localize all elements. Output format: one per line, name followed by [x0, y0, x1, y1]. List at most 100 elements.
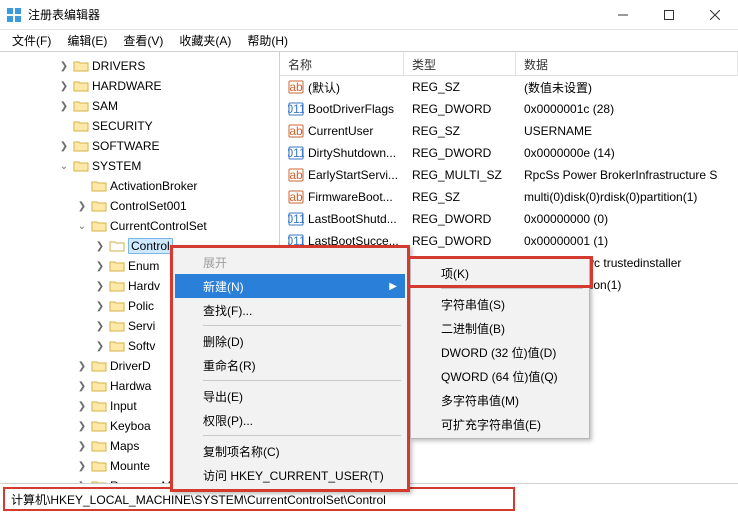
tree-item-label: Maps	[110, 439, 139, 453]
expand-toggle-icon[interactable]: ❯	[76, 361, 88, 372]
expand-toggle-icon[interactable]: ❯	[58, 61, 70, 72]
folder-icon	[91, 179, 107, 193]
expand-toggle-icon[interactable]: ⌄	[58, 161, 70, 172]
expand-toggle-icon[interactable]: ❯	[76, 441, 88, 452]
list-row[interactable]: abEarlyStartServi...REG_MULTI_SZRpcSs Po…	[280, 164, 738, 186]
expand-toggle-icon[interactable]: ❯	[76, 401, 88, 412]
app-icon	[6, 7, 22, 23]
ctx-new-dword[interactable]: DWORD (32 位)值(D)	[413, 340, 587, 364]
cell-type: REG_DWORD	[404, 102, 516, 116]
expand-toggle-icon[interactable]: ❯	[76, 481, 88, 484]
folder-icon	[91, 459, 107, 473]
menu-help[interactable]: 帮助(H)	[239, 30, 296, 51]
folder-icon	[109, 279, 125, 293]
ctx-rename[interactable]: 重命名(R)	[175, 353, 405, 377]
col-header-type[interactable]: 类型	[404, 52, 516, 75]
folder-icon	[109, 299, 125, 313]
folder-icon	[91, 199, 107, 213]
tree-item-label: CurrentControlSet	[110, 219, 207, 233]
tree-item-label: SOFTWARE	[92, 139, 160, 153]
tree-item-label: DriverD	[110, 359, 151, 373]
maximize-button[interactable]	[646, 0, 692, 30]
tree-item-label: ActivationBroker	[110, 179, 197, 193]
ctx-export[interactable]: 导出(E)	[175, 384, 405, 408]
tree-item-label: Softv	[128, 339, 155, 353]
cell-data: 0x00000001 (1)	[516, 234, 738, 248]
menu-file[interactable]: 文件(F)	[4, 30, 59, 51]
svg-text:ab: ab	[289, 190, 303, 204]
expand-toggle-icon[interactable]: ❯	[58, 141, 70, 152]
expand-toggle-icon[interactable]: ❯	[58, 81, 70, 92]
tree-item[interactable]: ❯ SOFTWARE	[0, 136, 279, 156]
expand-toggle-icon[interactable]: ⌄	[76, 221, 88, 232]
window-title: 注册表编辑器	[28, 6, 600, 23]
list-row[interactable]: 011DirtyShutdown...REG_DWORD0x0000000e (…	[280, 142, 738, 164]
ctx-copy-key-name[interactable]: 复制项名称(C)	[175, 439, 405, 463]
tree-item[interactable]: ❯SAM	[0, 96, 279, 116]
expand-toggle-icon[interactable]: ❯	[58, 101, 70, 112]
menu-bar: 文件(F) 编辑(E) 查看(V) 收藏夹(A) 帮助(H)	[0, 30, 738, 52]
menu-edit[interactable]: 编辑(E)	[59, 30, 115, 51]
expand-toggle-icon[interactable]: ❯	[94, 321, 106, 332]
ctx-expand[interactable]: 展开	[175, 250, 405, 274]
tree-item[interactable]: ⌄ CurrentControlSet	[0, 216, 279, 236]
ctx-new-expandstring[interactable]: 可扩充字符串值(E)	[413, 412, 587, 436]
ctx-separator	[203, 380, 401, 381]
expand-toggle-icon[interactable]: ❯	[76, 201, 88, 212]
cell-data: 0x0000000e (14)	[516, 146, 738, 160]
list-row[interactable]: abCurrentUserREG_SZUSERNAME	[280, 120, 738, 142]
folder-icon	[109, 339, 125, 353]
tree-item-label: Hardv	[128, 279, 160, 293]
tree-item[interactable]: ❯HARDWARE	[0, 76, 279, 96]
ctx-new-multistring[interactable]: 多字符串值(M)	[413, 388, 587, 412]
cell-data: 0x00000000 (0)	[516, 212, 738, 226]
ctx-new[interactable]: 新建(N)▶	[175, 274, 405, 298]
expand-toggle-icon[interactable]: ❯	[76, 461, 88, 472]
folder-icon	[73, 79, 89, 93]
cell-name: 011DirtyShutdown...	[280, 145, 404, 161]
folder-icon	[91, 219, 107, 233]
tree-item[interactable]: ❯ ControlSet001	[0, 196, 279, 216]
expand-toggle-icon[interactable]: ❯	[94, 281, 106, 292]
ctx-new-binary[interactable]: 二进制值(B)	[413, 316, 587, 340]
expand-toggle-icon[interactable]: ❯	[76, 381, 88, 392]
cell-name: abFirmwareBoot...	[280, 189, 404, 205]
menu-view[interactable]: 查看(V)	[115, 30, 171, 51]
col-header-data[interactable]: 数据	[516, 52, 738, 75]
folder-icon	[91, 399, 107, 413]
expand-toggle-icon[interactable]: ❯	[94, 261, 106, 272]
col-header-name[interactable]: 名称	[280, 52, 404, 75]
cell-name: 011LastBootShutd...	[280, 211, 404, 227]
list-row[interactable]: ab(默认)REG_SZ(数值未设置)	[280, 76, 738, 98]
cell-data: 0x0000001c (28)	[516, 102, 738, 116]
expand-toggle-icon[interactable]: ❯	[94, 341, 106, 352]
ctx-find[interactable]: 查找(F)...	[175, 298, 405, 322]
tree-item[interactable]: ActivationBroker	[0, 176, 279, 196]
minimize-button[interactable]	[600, 0, 646, 30]
cell-type: REG_DWORD	[404, 146, 516, 160]
tree-item[interactable]: ❯DRIVERS	[0, 56, 279, 76]
tree-item[interactable]: SECURITY	[0, 116, 279, 136]
ctx-delete[interactable]: 删除(D)	[175, 329, 405, 353]
context-menu-key: 展开 新建(N)▶ 查找(F)... 删除(D) 重命名(R) 导出(E) 权限…	[170, 245, 410, 492]
expand-toggle-icon[interactable]: ❯	[76, 421, 88, 432]
list-row[interactable]: 011LastBootShutd...REG_DWORD0x00000000 (…	[280, 208, 738, 230]
close-button[interactable]	[692, 0, 738, 30]
menu-favorites[interactable]: 收藏夹(A)	[171, 30, 239, 51]
list-row[interactable]: abFirmwareBoot...REG_SZmulti(0)disk(0)rd…	[280, 186, 738, 208]
folder-icon	[73, 59, 89, 73]
svg-text:ab: ab	[289, 124, 303, 138]
ctx-new-key[interactable]: 项(K)	[413, 261, 587, 285]
tree-item-label: ControlSet001	[110, 199, 187, 213]
ctx-new-string[interactable]: 字符串值(S)	[413, 292, 587, 316]
tree-item[interactable]: ⌄SYSTEM	[0, 156, 279, 176]
ctx-permissions[interactable]: 权限(P)...	[175, 408, 405, 432]
ctx-goto-hkcu[interactable]: 访问 HKEY_CURRENT_USER(T)	[175, 463, 405, 487]
value-icon: ab	[288, 167, 304, 183]
expand-toggle-icon[interactable]: ❯	[94, 301, 106, 312]
folder-icon	[109, 259, 125, 273]
ctx-new-qword[interactable]: QWORD (64 位)值(Q)	[413, 364, 587, 388]
list-row[interactable]: 011BootDriverFlagsREG_DWORD0x0000001c (2…	[280, 98, 738, 120]
expand-toggle-icon[interactable]: ❯	[94, 241, 106, 252]
value-icon: 011	[288, 211, 304, 227]
